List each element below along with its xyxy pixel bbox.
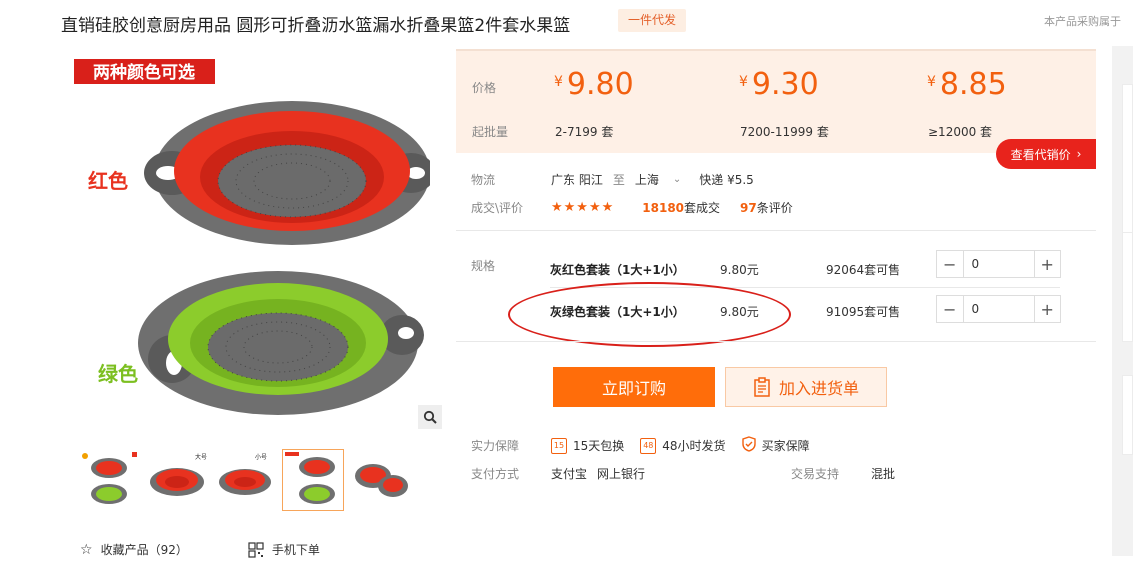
deals-count[interactable]: 18180 bbox=[642, 201, 684, 215]
guarantee-label: 实力保障 bbox=[471, 439, 520, 453]
destination-value: 上海 bbox=[634, 173, 659, 187]
minus-button[interactable]: − bbox=[937, 251, 963, 277]
quantity-stepper: − + bbox=[936, 250, 1061, 278]
spec-stock: 91095套可售 bbox=[826, 305, 901, 319]
review-count[interactable]: 97 bbox=[740, 201, 757, 215]
green-label: 绿色 bbox=[98, 362, 138, 386]
title-bar: 直销硅胶创意厨房用品 圆形可折叠沥水篮漏水折叠果篮2件套水果篮 一件代发 本产品… bbox=[0, 0, 1133, 44]
spec-stock: 92064套可售 bbox=[826, 263, 901, 277]
add-to-list-button[interactable]: 加入进货单 bbox=[725, 367, 887, 407]
mobile-order-button[interactable]: 手机下单 bbox=[248, 541, 320, 558]
guarantee-item: 48小时发货 bbox=[662, 439, 726, 453]
spec-price: 9.80元 bbox=[720, 305, 759, 319]
clipboard-icon bbox=[754, 377, 770, 397]
add-to-list-label: 加入进货单 bbox=[778, 379, 859, 398]
range-tier-3: ≥12000 套 bbox=[928, 125, 993, 139]
price-box: 价格 起批量 ¥9.80 2-7199 套 ¥9.30 7200-11999 套… bbox=[456, 49, 1096, 153]
product-title: 直销硅胶创意厨房用品 圆形可折叠沥水篮漏水折叠果篮2件套水果篮 bbox=[61, 16, 571, 36]
favorite-label: 收藏产品（92） bbox=[100, 543, 188, 557]
thumbnail[interactable] bbox=[78, 449, 140, 511]
side-card[interactable] bbox=[1122, 232, 1133, 342]
min-batch-label: 起批量 bbox=[472, 125, 509, 139]
green-colander bbox=[138, 271, 424, 415]
price-label: 价格 bbox=[472, 81, 497, 95]
guarantee-item: 15天包换 bbox=[573, 439, 625, 453]
payment-label: 支付方式 bbox=[471, 467, 520, 481]
quantity-input[interactable] bbox=[962, 251, 1035, 277]
review-suffix: 条评价 bbox=[756, 201, 793, 215]
divider bbox=[550, 287, 1060, 288]
range-tier-2: 7200-11999 套 bbox=[740, 125, 829, 139]
favorite-button[interactable]: ☆ 收藏产品（92） bbox=[80, 541, 188, 558]
red-label: 红色 bbox=[88, 169, 128, 193]
spec-row-green: 灰绿色套装（1大+1小） 9.80元 91095套可售 − + bbox=[456, 292, 1066, 336]
red-colander bbox=[144, 101, 435, 245]
spec-name: 灰绿色套装（1大+1小） bbox=[550, 305, 685, 319]
calendar-15-icon: 15 bbox=[551, 437, 567, 454]
banner-text: 两种颜色可选 bbox=[93, 62, 195, 83]
logistics-row: 物流 广东 阳江 至 上海 ⌄ 快递 ¥5.5 bbox=[471, 171, 754, 188]
guarantee-row: 实力保障 15 15天包换 48 48小时发货 买家保障 bbox=[471, 436, 810, 455]
price-tier-2: ¥9.30 bbox=[739, 67, 819, 102]
thumbnail[interactable]: 小号 bbox=[214, 449, 276, 511]
side-card[interactable] bbox=[1122, 375, 1133, 455]
thumbnail-active[interactable] bbox=[282, 449, 344, 511]
star-outline-icon: ☆ bbox=[80, 541, 93, 558]
reviews-label: 成交\评价 bbox=[471, 201, 524, 215]
chevron-down-icon: ⌄ bbox=[672, 174, 682, 185]
right-note: 本产品采购属于 bbox=[1044, 15, 1121, 28]
logistics-label: 物流 bbox=[471, 173, 496, 187]
price-tier-3: ¥8.85 bbox=[927, 67, 1007, 102]
trade-value: 混批 bbox=[871, 467, 896, 481]
quantity-stepper: − + bbox=[936, 295, 1061, 323]
origin: 广东 阳江 bbox=[551, 173, 603, 187]
range-tier-1: 2-7199 套 bbox=[555, 125, 614, 139]
reviews-row: 成交\评价 ★★★★★ 18180 套成交 97 条评价 bbox=[471, 199, 793, 216]
payment-row: 支付方式 支付宝 网上银行 交易支持 混批 bbox=[471, 465, 895, 482]
plus-button[interactable]: + bbox=[1035, 296, 1061, 322]
shield-icon bbox=[741, 436, 756, 455]
divider bbox=[456, 341, 1096, 342]
divider bbox=[456, 230, 1096, 231]
chevron-right-icon: › bbox=[1076, 147, 1082, 161]
qrcode-icon bbox=[248, 541, 264, 558]
spec-row-red: 灰红色套装（1大+1小） 9.80元 92064套可售 − + bbox=[456, 247, 1066, 291]
quantity-input[interactable] bbox=[962, 296, 1035, 322]
plus-button[interactable]: + bbox=[1035, 251, 1061, 277]
express-fee: 快递 ¥5.5 bbox=[699, 173, 754, 187]
deals-suffix: 套成交 bbox=[684, 201, 721, 215]
destination-select[interactable]: 上海 ⌄ bbox=[635, 171, 681, 188]
minus-button[interactable]: − bbox=[937, 296, 963, 322]
payment-method: 网上银行 bbox=[597, 467, 646, 481]
thumb-label-large: 大号 bbox=[195, 453, 207, 461]
thumbnail[interactable]: 大号 bbox=[146, 449, 208, 511]
rating-stars: ★★★★★ bbox=[551, 200, 615, 215]
payment-method: 支付宝 bbox=[551, 467, 588, 481]
trade-label: 交易支持 bbox=[791, 467, 840, 481]
thumb-label-small: 小号 bbox=[255, 453, 267, 461]
guarantee-item: 买家保障 bbox=[761, 439, 810, 453]
thumbnail[interactable] bbox=[350, 449, 412, 511]
gallery-actions: ☆ 收藏产品（92） 手机下单 bbox=[80, 541, 320, 558]
box-48-icon: 48 bbox=[640, 437, 657, 454]
spec-price: 9.80元 bbox=[720, 263, 759, 277]
mobile-order-label: 手机下单 bbox=[271, 543, 320, 557]
buy-now-button[interactable]: 立即订购 bbox=[553, 367, 715, 407]
spec-name: 灰红色套装（1大+1小） bbox=[550, 263, 685, 277]
zoom-button[interactable] bbox=[418, 405, 442, 429]
dropship-tag: 一件代发 bbox=[618, 9, 687, 32]
to-text: 至 bbox=[612, 173, 625, 187]
magnifier-icon bbox=[423, 410, 437, 424]
price-tier-1: ¥9.80 bbox=[554, 67, 634, 102]
side-card[interactable] bbox=[1122, 84, 1133, 234]
view-agent-price-button[interactable]: 查看代销价 › bbox=[996, 139, 1096, 169]
main-product-image: 两种颜色可选 红色 绿色 bbox=[70, 53, 435, 423]
agent-price-label: 查看代销价 bbox=[1010, 147, 1071, 162]
thumbnail-strip: 大号 小号 bbox=[78, 449, 412, 511]
